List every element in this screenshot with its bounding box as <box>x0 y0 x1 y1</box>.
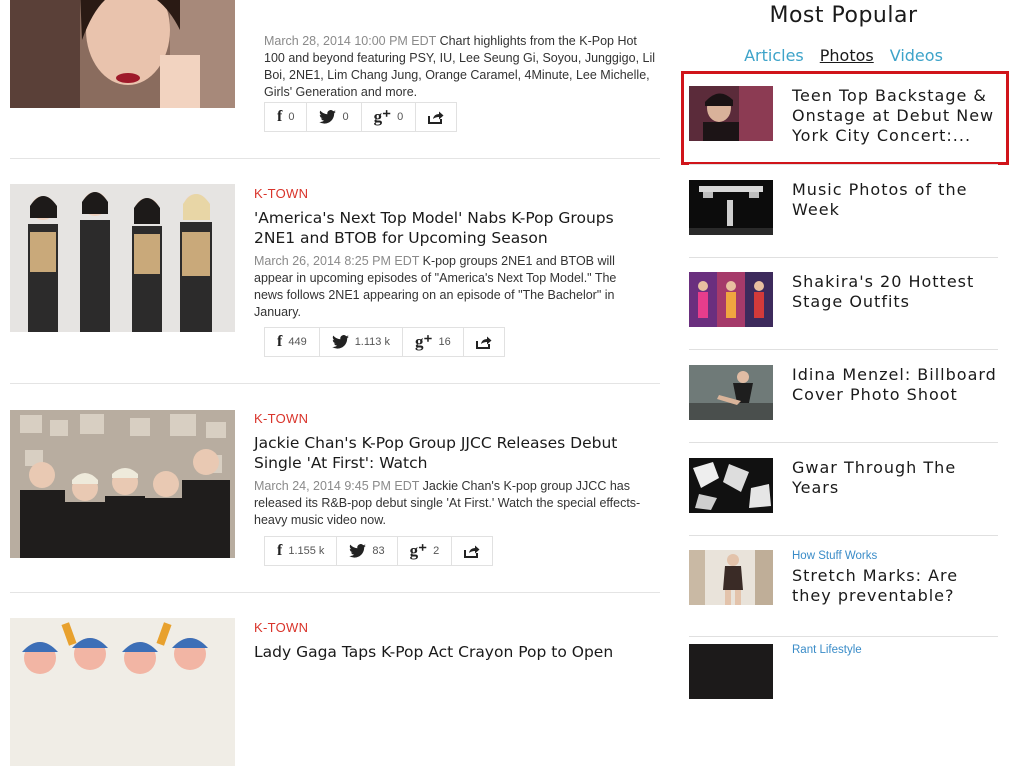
facebook-icon: f <box>277 333 283 350</box>
article-divider <box>10 383 660 384</box>
article-image <box>10 410 235 558</box>
google-plus-icon: g⁺ <box>373 107 392 126</box>
twitter-share-button[interactable]: 1.113 k <box>320 328 403 356</box>
facebook-share-button[interactable]: f 449 <box>265 328 320 356</box>
tab-photos[interactable]: Photos <box>820 46 874 65</box>
article-divider <box>10 592 660 593</box>
facebook-icon: f <box>277 542 283 559</box>
more-share-button[interactable] <box>416 103 456 131</box>
facebook-count: 1.155 k <box>288 545 325 557</box>
popular-item-title[interactable]: Shakira's 20 Hottest Stage Outfits <box>792 272 998 312</box>
article-image <box>10 184 235 332</box>
article-thumbnail[interactable] <box>10 410 235 558</box>
share-bar: f 449 1.113 k g⁺ 16 <box>264 327 505 357</box>
article-image <box>10 618 235 766</box>
facebook-icon: f <box>277 108 283 125</box>
more-share-button[interactable] <box>452 537 492 565</box>
more-share-button[interactable] <box>464 328 504 356</box>
article-image <box>10 0 235 108</box>
twitter-count: 83 <box>372 545 385 557</box>
article-date: March 26, 2014 8:25 PM EDT <box>254 254 420 268</box>
facebook-count: 449 <box>288 336 307 348</box>
twitter-count: 1.113 k <box>354 336 390 348</box>
article-title[interactable]: Lady Gaga Taps K-Pop Act Crayon Pop to O… <box>254 642 649 662</box>
gplus-count: 0 <box>397 111 404 123</box>
share-icon <box>428 111 444 124</box>
twitter-share-button[interactable]: 0 <box>307 103 362 131</box>
article-description: March 28, 2014 10:00 PM EDT Chart highli… <box>264 33 659 101</box>
sidebar-divider <box>689 535 998 536</box>
share-bar: f 1.155 k 83 g⁺ 2 <box>264 536 494 566</box>
popular-item-thumbnail <box>689 458 773 513</box>
twitter-icon <box>349 544 367 558</box>
article-thumbnail[interactable] <box>10 184 235 332</box>
popular-item-title[interactable]: Stretch Marks: Are they preventable? <box>792 566 998 606</box>
facebook-count: 0 <box>288 111 295 123</box>
popular-item-thumbnail <box>689 644 773 699</box>
sidebar-divider <box>689 442 998 443</box>
article-category[interactable]: K-TOWN <box>254 620 649 638</box>
article-title[interactable]: 'America's Next Top Model' Nabs K-Pop Gr… <box>254 208 649 248</box>
article-thumbnail[interactable] <box>10 0 235 108</box>
gplus-share-button[interactable]: g⁺ 2 <box>398 537 453 565</box>
google-plus-icon: g⁺ <box>414 332 433 351</box>
sidebar-divider <box>689 636 998 637</box>
gplus-count: 2 <box>433 545 440 557</box>
article-description: March 26, 2014 8:25 PM EDT K-pop groups … <box>254 253 649 321</box>
gplus-share-button[interactable]: g⁺ 0 <box>362 103 417 131</box>
twitter-share-button[interactable]: 83 <box>337 537 398 565</box>
popular-item-title[interactable]: Gwar Through The Years <box>792 458 998 498</box>
gplus-share-button[interactable]: g⁺ 16 <box>403 328 464 356</box>
twitter-icon <box>331 335 349 349</box>
article-category[interactable]: K-TOWN <box>254 186 649 204</box>
popular-item-thumbnail <box>689 180 773 235</box>
sidebar-divider <box>689 349 998 350</box>
most-popular-heading: Most Popular <box>769 3 918 28</box>
popular-item-title[interactable]: Music Photos of the Week <box>792 180 998 220</box>
gplus-count: 16 <box>438 336 451 348</box>
facebook-share-button[interactable]: f 1.155 k <box>265 537 338 565</box>
article-date: March 28, 2014 10:00 PM EDT <box>264 34 437 48</box>
article-title[interactable]: Jackie Chan's K-Pop Group JJCC Releases … <box>254 433 649 473</box>
article-date: March 24, 2014 9:45 PM EDT <box>254 479 420 493</box>
article-divider <box>10 158 660 159</box>
tab-videos[interactable]: Videos <box>890 46 943 65</box>
sidebar-divider <box>689 164 998 165</box>
sidebar-divider <box>689 257 998 258</box>
popular-item-thumbnail <box>689 550 773 605</box>
article-thumbnail[interactable] <box>10 618 235 766</box>
twitter-icon <box>319 110 337 124</box>
sponsor-label[interactable]: Rant Lifestyle <box>792 644 998 656</box>
facebook-share-button[interactable]: f 0 <box>265 103 308 131</box>
most-popular-tabs: Articles Photos Videos <box>690 46 997 65</box>
tab-articles[interactable]: Articles <box>744 46 804 65</box>
popular-item-title[interactable]: Idina Menzel: Billboard Cover Photo Shoo… <box>792 365 998 405</box>
share-bar: f 0 0 g⁺ 0 <box>264 102 458 132</box>
sponsor-label[interactable]: How Stuff Works <box>792 550 998 562</box>
google-plus-icon: g⁺ <box>409 541 428 560</box>
article-category[interactable]: K-TOWN <box>254 411 649 429</box>
article-description: March 24, 2014 9:45 PM EDT Jackie Chan's… <box>254 478 649 529</box>
selection-highlight-box <box>681 71 1009 165</box>
popular-item-thumbnail <box>689 272 773 327</box>
twitter-count: 0 <box>342 111 349 123</box>
popular-item-thumbnail <box>689 365 773 420</box>
share-icon <box>475 336 492 349</box>
share-icon <box>464 545 480 558</box>
